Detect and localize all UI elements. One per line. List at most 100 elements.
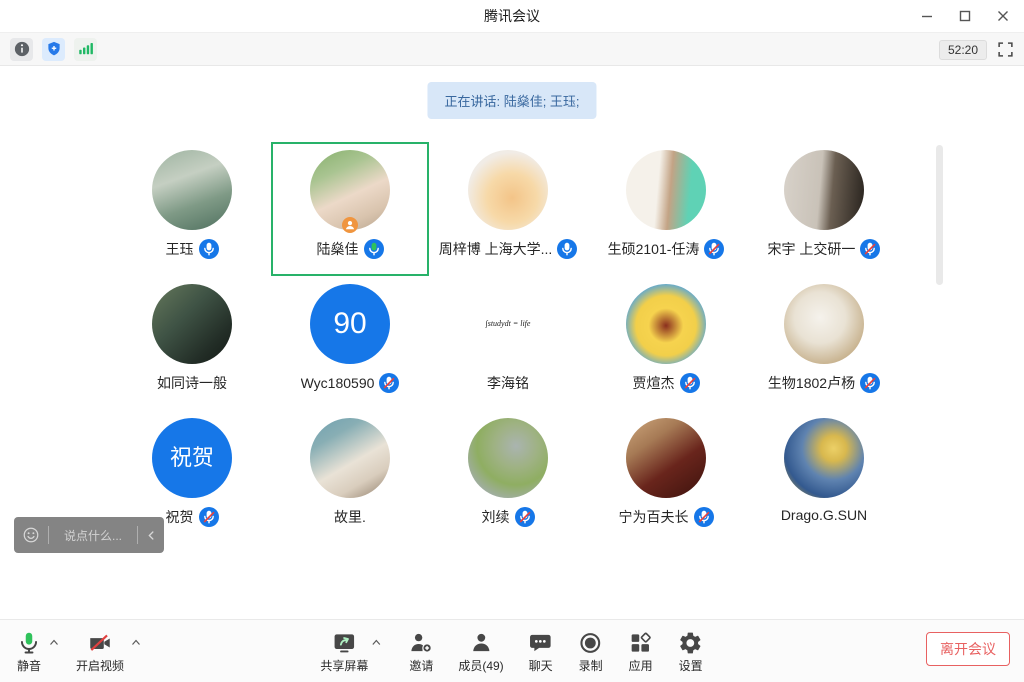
participant-tile[interactable]: ∫studydt = life 李海铭 [429, 276, 587, 410]
participant-grid: 王珏 陆燊佳 周梓博 上海大学... 生硕2101-任涛 宋宇 上交研一如同诗一般 90 W… [113, 142, 903, 544]
participant-name: 王珏 [166, 239, 194, 259]
members-icon [468, 630, 494, 656]
mic-muted-icon [379, 373, 399, 393]
invite-person-icon [408, 630, 434, 656]
meeting-timer: 52:20 [939, 40, 987, 60]
avatar [626, 150, 706, 230]
avatar [626, 418, 706, 498]
mute-label: 静音 [17, 660, 41, 672]
participant-tile[interactable]: 如同诗一般 [113, 276, 271, 410]
mic-muted-icon [199, 507, 219, 527]
emoji-icon[interactable] [14, 517, 48, 553]
avatar: 祝贺 [152, 418, 232, 498]
apps-button[interactable]: 应用 [628, 630, 654, 672]
chat-label: 聊天 [529, 660, 553, 672]
participant-name: Drago.G.SUN [781, 507, 867, 523]
chevron-left-icon[interactable] [138, 517, 164, 553]
participant-name: Wyc180590 [301, 375, 375, 391]
record-button[interactable]: 录制 [578, 630, 604, 672]
avatar-text: 90 [333, 309, 366, 339]
avatar [152, 284, 232, 364]
mic-on-icon [199, 239, 219, 259]
microphone-icon [16, 630, 42, 656]
participant-tile[interactable]: 宁为百夫长 [587, 410, 745, 544]
mute-button[interactable]: 静音 [16, 630, 42, 672]
participant-name: 贾煊杰 [633, 373, 675, 393]
speaking-banner: 正在讲话: 陆燊佳; 王珏; [427, 82, 596, 119]
participant-tile[interactable]: 故里. [271, 410, 429, 544]
avatar [626, 284, 706, 364]
participant-name: 祝贺 [166, 507, 194, 527]
quick-chat-bar[interactable]: 说点什么... [14, 517, 164, 553]
participant-tile[interactable]: Drago.G.SUN [745, 410, 903, 544]
settings-button[interactable]: 设置 [678, 630, 704, 672]
meeting-info-icon[interactable] [10, 38, 33, 61]
record-label: 录制 [579, 660, 603, 672]
participant-tile[interactable]: 王珏 [113, 142, 271, 276]
share-screen-button[interactable]: 共享屏幕 [320, 630, 368, 672]
gear-icon [678, 630, 704, 656]
avatar [468, 150, 548, 230]
chat-input-placeholder[interactable]: 说点什么... [49, 517, 137, 553]
avatar: 90 [310, 284, 390, 364]
members-button[interactable]: 成员(49) [458, 630, 503, 672]
avatar-text: 祝贺 [170, 447, 214, 469]
share-screen-label: 共享屏幕 [320, 660, 368, 672]
participant-tile[interactable]: 陆燊佳 [271, 142, 429, 276]
start-video-button[interactable]: 开启视频 [76, 630, 124, 672]
avatar: ∫studydt = life [468, 284, 548, 364]
participant-name: 故里. [334, 507, 366, 527]
chat-button[interactable]: 聊天 [528, 630, 554, 672]
avatar [468, 418, 548, 498]
participant-tile[interactable]: 生物1802卢杨 [745, 276, 903, 410]
network-signal-icon[interactable] [74, 38, 97, 61]
participant-name: 陆燊佳 [317, 239, 359, 259]
mic-speaking-icon [364, 239, 384, 259]
window-title: 腾讯会议 [484, 6, 540, 26]
video-options-chevron[interactable] [128, 635, 144, 651]
share-screen-icon [331, 630, 357, 656]
participant-name: 周梓博 上海大学... [439, 239, 553, 259]
participant-name: 生物1802卢杨 [768, 373, 855, 393]
scrollbar-thumb[interactable] [936, 145, 943, 285]
apps-label: 应用 [629, 660, 653, 672]
meeting-main-area: 正在讲话: 陆燊佳; 王珏; 王珏 陆燊佳 周梓博 上海大学... 生硕2101-任涛… [0, 67, 1024, 620]
record-icon [578, 630, 604, 656]
mic-muted-icon [694, 507, 714, 527]
chat-bubble-icon [528, 630, 554, 656]
invite-label: 邀请 [409, 660, 433, 672]
participant-name: 刘续 [482, 507, 510, 527]
avatar [784, 284, 864, 364]
participant-tile[interactable]: 宋宇 上交研一 [745, 142, 903, 276]
mic-muted-icon [860, 373, 880, 393]
participant-tile[interactable]: 生硕2101-任涛 [587, 142, 745, 276]
participant-name: 如同诗一般 [157, 373, 227, 393]
participant-name: 生硕2101-任涛 [608, 239, 700, 259]
participant-name: 宁为百夫长 [619, 507, 689, 527]
mic-muted-icon [680, 373, 700, 393]
participant-name: 李海铭 [487, 373, 529, 393]
avatar [310, 418, 390, 498]
maximize-button[interactable] [946, 0, 984, 32]
participant-tile[interactable]: 贾煊杰 [587, 276, 745, 410]
minimize-button[interactable] [908, 0, 946, 32]
avatar [784, 150, 864, 230]
participant-tile[interactable]: 90 Wyc180590 [271, 276, 429, 410]
invite-button[interactable]: 邀请 [408, 630, 434, 672]
close-button[interactable] [984, 0, 1022, 32]
host-badge-icon [342, 217, 358, 233]
mute-options-chevron[interactable] [46, 635, 62, 651]
participant-tile[interactable]: 刘续 [429, 410, 587, 544]
participant-tile[interactable]: 周梓博 上海大学... [429, 142, 587, 276]
start-video-label: 开启视频 [76, 660, 124, 672]
participant-name: 宋宇 上交研一 [768, 239, 856, 259]
mic-muted-icon [704, 239, 724, 259]
avatar [152, 150, 232, 230]
security-shield-icon[interactable] [42, 38, 65, 61]
avatar [310, 150, 390, 230]
mic-on-icon [557, 239, 577, 259]
leave-meeting-button[interactable]: 离开会议 [926, 632, 1010, 666]
fullscreen-icon[interactable] [997, 41, 1014, 58]
share-options-chevron[interactable] [368, 635, 384, 651]
title-bar: 腾讯会议 [0, 0, 1024, 33]
